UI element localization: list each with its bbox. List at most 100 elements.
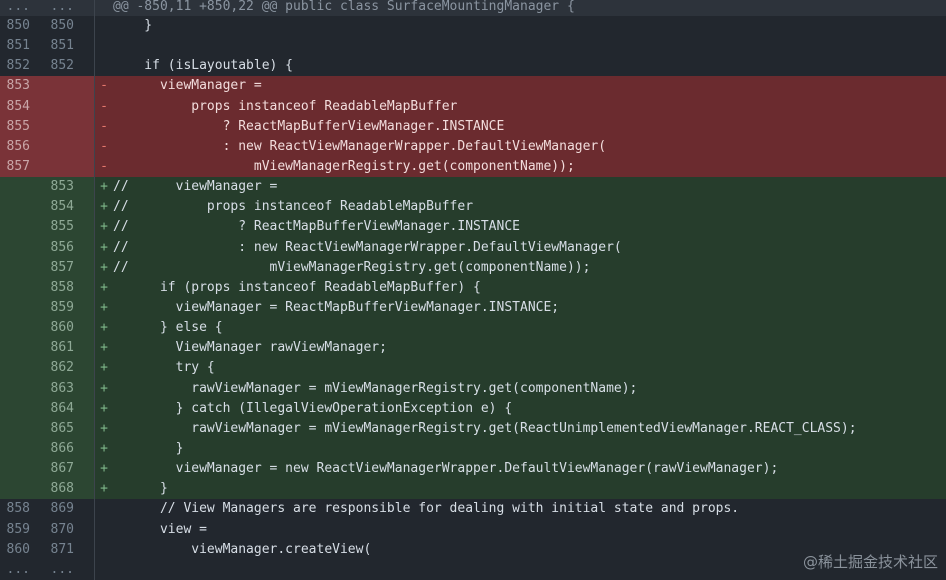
diff-sign: -: [100, 78, 108, 94]
old-line-number: 850: [6, 18, 30, 33]
diff-sign: +: [100, 360, 108, 376]
diff-line-add[interactable]: 854 + // props instanceof ReadableMapBuffe…: [0, 197, 946, 218]
new-line-number: 871: [45, 539, 95, 560]
new-line-number: 857: [45, 257, 95, 278]
hunk-header-row[interactable]: ... ... @@ -850,11 +850,22 @@ public cla…: [0, 0, 946, 16]
diff-line-add[interactable]: 867 + viewManager = new ReactViewManagerW…: [0, 459, 946, 480]
diff-line-del[interactable]: 854 - props instanceof ReadableMapBuffer: [0, 96, 946, 117]
new-line-number: 860: [45, 318, 95, 339]
diff-sign: [95, 560, 113, 580]
old-line-number: [0, 459, 45, 480]
diff-line-add[interactable]: 866 + }: [0, 438, 946, 460]
new-line-number: 854: [45, 197, 95, 218]
old-line-number: 851: [6, 38, 30, 54]
code-text: }: [113, 481, 168, 497]
new-line-number: 866: [45, 438, 95, 460]
old-line-number: [0, 237, 45, 258]
diff-sign: [95, 520, 113, 540]
diff-line-add[interactable]: 861 + ViewManager rawViewManager;: [0, 338, 946, 359]
diff-line-add[interactable]: 856 + // : new ReactViewManagerWrapper.Def…: [0, 237, 946, 258]
new-line-number: 855: [45, 217, 95, 238]
diff-line-add[interactable]: 853 + // viewManager =: [0, 177, 946, 198]
diff-line-del[interactable]: 855 - ? ReactMapBufferViewManager.INSTANC…: [0, 116, 946, 137]
code-text: if (props instanceof ReadableMapBuffer) …: [113, 279, 481, 295]
old-line-number: [0, 197, 45, 218]
old-line-number: [0, 418, 45, 439]
old-line-number: [0, 277, 45, 298]
diff-line-add[interactable]: 868 + }: [0, 479, 946, 500]
code-text: // viewManager =: [113, 179, 278, 195]
diff-sign: +: [100, 219, 108, 235]
code-text: props instanceof ReadableMapBuffer: [113, 98, 458, 114]
diff-line-ctx[interactable]: 850 850 }: [0, 16, 946, 37]
old-line-number: [0, 217, 45, 238]
new-line-number: [45, 76, 95, 97]
code-text: try {: [113, 360, 215, 376]
diff-sign: [95, 36, 113, 56]
code-text: }: [113, 440, 184, 456]
old-line-number: 854: [0, 96, 45, 117]
diff-line-add[interactable]: 857 + // mViewManagerRegistry.get(componen…: [0, 257, 946, 278]
diff-line-add[interactable]: 863 + rawViewManager = mViewManagerRegist…: [0, 378, 946, 399]
diff-sign: -: [100, 138, 108, 154]
diff-line-add[interactable]: 864 + } catch (IllegalViewOperationExcept…: [0, 398, 946, 419]
diff-sign: +: [100, 320, 108, 336]
new-line-number: 869: [45, 499, 95, 520]
old-line-number: [0, 318, 45, 339]
new-line-number: 862: [45, 358, 95, 379]
diff-line-ctx[interactable]: 851 851: [0, 36, 946, 57]
diff-line-add[interactable]: 855 + // ? ReactMapBufferViewManager.INSTA…: [0, 217, 946, 238]
diff-sign: +: [100, 239, 108, 255]
code-text: } catch (IllegalViewOperationException e…: [113, 400, 513, 416]
new-line-number: 858: [45, 277, 95, 298]
diff-sign: [95, 499, 113, 519]
diff-view: ... ... @@ -850,11 +850,22 @@ public cla…: [0, 0, 946, 580]
old-line-number: [0, 438, 45, 460]
new-line-number: 851: [45, 36, 95, 57]
new-line-number: 852: [45, 56, 95, 77]
diff-sign: -: [100, 98, 108, 114]
code-text: ViewManager rawViewManager;: [113, 340, 387, 356]
watermark: @稀土掘金技术社区: [802, 553, 938, 571]
old-line-number: [0, 378, 45, 399]
old-line-number: 858: [6, 501, 30, 517]
code-text: view =: [113, 521, 207, 537]
diff-line-add[interactable]: 865 + rawViewManager = mViewManagerRegist…: [0, 418, 946, 439]
diff-sign: -: [100, 118, 108, 134]
new-line-number: 853: [45, 177, 95, 198]
old-line-number: 857: [0, 156, 45, 178]
old-line-number: 859: [6, 521, 30, 537]
code-text: // ? ReactMapBufferViewManager.INSTANCE: [113, 219, 520, 235]
diff-line-add[interactable]: 858 + if (props instanceof ReadableMapBuf…: [0, 277, 946, 298]
hunk-header-text: @@ -850,11 +850,22 @@ public class Surfa…: [113, 0, 575, 14]
old-line-number: 853: [0, 76, 45, 97]
code-text: }: [113, 18, 153, 33]
diff-line-del[interactable]: 853 - viewManager =: [0, 76, 946, 97]
new-line-number: [45, 156, 95, 178]
diff-line-ctx[interactable]: 858 869 // View Managers are responsible …: [0, 499, 946, 520]
diff-line-del[interactable]: 856 - : new ReactViewManagerWrapper.Defau…: [0, 136, 946, 157]
code-text: // : new ReactViewManagerWrapper.Default…: [113, 239, 622, 255]
code-text: : new ReactViewManagerWrapper.DefaultVie…: [113, 138, 607, 154]
old-line-number: [0, 479, 45, 500]
new-line-number: 861: [45, 338, 95, 359]
diff-line-add[interactable]: 862 + try {: [0, 358, 946, 379]
diff-line-add[interactable]: 859 + viewManager = ReactMapBufferViewMan…: [0, 297, 946, 319]
new-line-number: 859: [45, 297, 95, 319]
new-line-number: 870: [45, 519, 95, 540]
old-line-number: ...: [6, 561, 30, 577]
diff-line-del[interactable]: 857 - mViewManagerRegistry.get(componentN…: [0, 156, 946, 178]
diff-line-ctx[interactable]: 852 852 if (isLayoutable) {: [0, 56, 946, 77]
code-text: // mViewManagerRegistry.get(componentNam…: [113, 259, 591, 275]
diff-line-add[interactable]: 860 + } else {: [0, 318, 946, 339]
code-text: rawViewManager = mViewManagerRegistry.ge…: [113, 420, 857, 436]
old-line-number: 855: [0, 116, 45, 137]
new-line-number: 856: [45, 237, 95, 258]
new-line-number: 850: [45, 16, 95, 37]
diff-line-ctx[interactable]: 859 870 view =: [0, 519, 946, 540]
diff-sign: +: [100, 461, 108, 477]
old-line-number: 856: [0, 136, 45, 157]
diff-sign: +: [100, 259, 108, 275]
new-line-number: [45, 116, 95, 137]
new-line-number: 868: [45, 479, 95, 500]
